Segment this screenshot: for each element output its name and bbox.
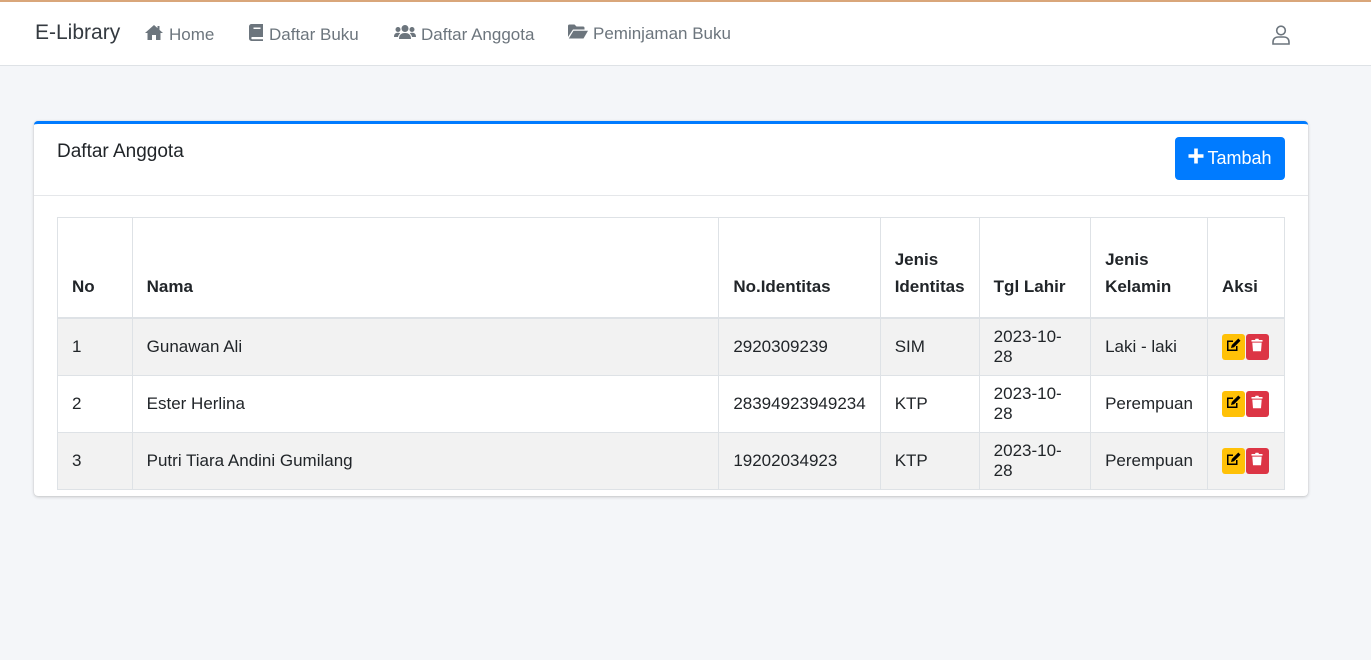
cell-jenis-identitas: KTP <box>879 375 980 433</box>
folder-open-icon <box>568 24 588 44</box>
cell-no: 2 <box>57 375 133 433</box>
cell-no: 1 <box>57 317 133 376</box>
member-table: No Nama No.Identitas Jenis Identitas Tgl… <box>57 217 1286 490</box>
cell-aksi <box>1206 432 1286 490</box>
nav-item-label: Peminjaman Buku <box>593 24 731 43</box>
navbar: E-Library Home Daftar Buku Daftar Anggot… <box>0 2 1371 66</box>
table-row: 2 Ester Herlina 28394923949234 KTP 2023-… <box>57 375 1286 433</box>
home-icon <box>144 24 164 46</box>
column-header-jenis-identitas: Jenis Identitas <box>879 217 980 319</box>
column-header-aksi: Aksi <box>1206 217 1286 319</box>
card-header: Daftar Anggota Tambah <box>34 124 1308 196</box>
cell-aksi <box>1206 375 1286 433</box>
cell-no-identitas: 28394923949234 <box>718 375 881 433</box>
member-list-card: Daftar Anggota Tambah No Nama No.Identit… <box>34 121 1308 496</box>
trash-icon <box>1251 337 1263 357</box>
trash-icon <box>1251 394 1263 414</box>
cell-nama: Gunawan Ali <box>131 317 720 376</box>
nav-item-home[interactable]: Home <box>144 24 214 46</box>
edit-button[interactable] <box>1221 448 1245 474</box>
add-button-label: Tambah <box>1207 148 1272 168</box>
delete-button[interactable] <box>1245 334 1269 360</box>
cell-no-identitas: 19202034923 <box>718 432 881 490</box>
cell-jenis-identitas: SIM <box>879 317 980 376</box>
table-row: 3 Putri Tiara Andini Gumilang 1920203492… <box>57 432 1286 490</box>
plus-icon <box>1188 148 1204 169</box>
edit-icon <box>1226 451 1241 471</box>
cell-jenis-identitas: KTP <box>879 432 980 490</box>
edit-icon <box>1226 337 1241 357</box>
user-icon[interactable] <box>1272 25 1290 50</box>
cell-tgl-lahir: 2023-10-28 <box>978 375 1092 433</box>
cell-nama: Putri Tiara Andini Gumilang <box>131 432 720 490</box>
users-icon <box>394 24 416 45</box>
delete-button[interactable] <box>1245 391 1269 417</box>
delete-button[interactable] <box>1245 448 1269 474</box>
column-header-no: No <box>57 217 133 319</box>
table-row: 1 Gunawan Ali 2920309239 SIM 2023-10-28 … <box>57 317 1286 376</box>
nav-item-peminjaman-buku[interactable]: Peminjaman Buku <box>568 24 731 44</box>
table-header-row: No Nama No.Identitas Jenis Identitas Tgl… <box>57 217 1286 319</box>
cell-tgl-lahir: 2023-10-28 <box>978 432 1092 490</box>
brand-logo[interactable]: E-Library <box>35 21 120 45</box>
nav-item-daftar-anggota[interactable]: Daftar Anggota <box>394 24 534 45</box>
column-header-no-identitas: No.Identitas <box>718 217 881 319</box>
add-member-button[interactable]: Tambah <box>1175 137 1285 180</box>
nav-item-label: Daftar Buku <box>269 25 359 44</box>
cell-jenis-kelamin: Perempuan <box>1090 432 1208 490</box>
edit-button[interactable] <box>1221 391 1245 417</box>
cell-tgl-lahir: 2023-10-28 <box>978 317 1092 376</box>
nav-item-label: Daftar Anggota <box>421 24 535 44</box>
cell-nama: Ester Herlina <box>131 375 720 433</box>
book-icon <box>249 24 264 46</box>
cell-aksi <box>1206 317 1286 376</box>
cell-no: 3 <box>57 432 133 490</box>
column-header-jenis-kelamin: Jenis Kelamin <box>1090 217 1208 319</box>
column-header-tgl-lahir: Tgl Lahir <box>978 217 1092 319</box>
nav-item-daftar-buku[interactable]: Daftar Buku <box>249 24 359 46</box>
edit-button[interactable] <box>1221 334 1245 360</box>
cell-no-identitas: 2920309239 <box>718 317 881 376</box>
card-title: Daftar Anggota <box>57 141 184 162</box>
nav-item-label: Home <box>169 25 215 44</box>
cell-jenis-kelamin: Laki - laki <box>1090 317 1208 376</box>
column-header-nama: Nama <box>131 217 720 319</box>
cell-jenis-kelamin: Perempuan <box>1090 375 1208 433</box>
trash-icon <box>1251 451 1263 471</box>
edit-icon <box>1226 394 1241 414</box>
